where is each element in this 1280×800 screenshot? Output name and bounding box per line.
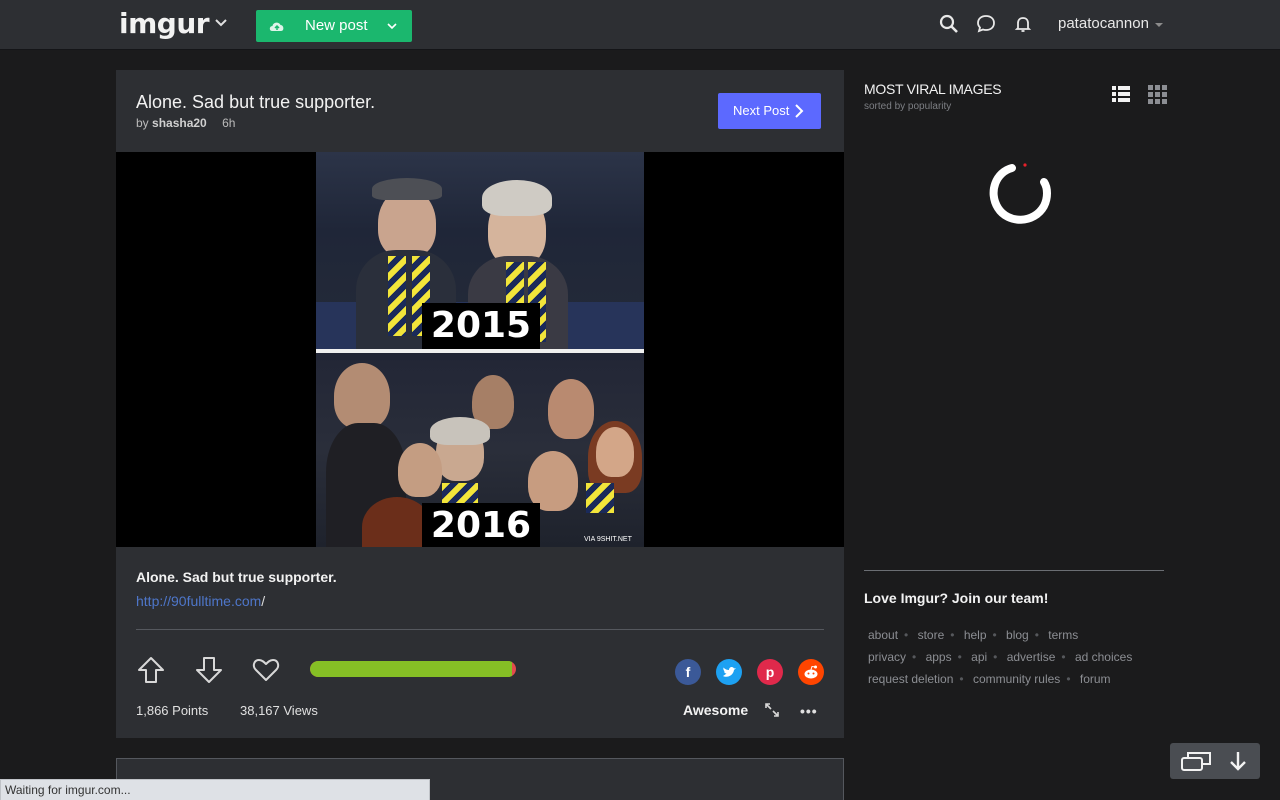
downvote-arrow-icon[interactable] <box>194 655 224 685</box>
chevron-down-icon[interactable] <box>213 14 229 30</box>
toggle-layout-icon[interactable] <box>1180 749 1214 773</box>
floating-toolbar <box>1170 743 1260 779</box>
share-reddit-button[interactable] <box>798 659 824 685</box>
share-facebook-button[interactable]: f <box>675 659 701 685</box>
post-card: Alone. Sad but true supporter. by shasha… <box>116 70 844 738</box>
image-panel-2016: 2016 <box>316 353 644 547</box>
share-twitter-button[interactable] <box>716 659 742 685</box>
footer-link-forum[interactable]: forum <box>1080 672 1111 686</box>
join-team-link[interactable]: Love Imgur? Join our team! <box>864 590 1048 606</box>
footer-link-about[interactable]: about <box>868 628 898 642</box>
favorite-heart-icon[interactable] <box>251 655 281 685</box>
twitter-icon <box>723 666 736 677</box>
divider <box>136 629 824 630</box>
footer-link-help[interactable]: help <box>964 628 987 642</box>
chevron-right-icon <box>795 104 804 118</box>
points-count: 1,866 Points <box>136 703 209 718</box>
footer-link-store[interactable]: store <box>918 628 945 642</box>
year-label-2015: 2015 <box>422 303 540 349</box>
views-count: 38,167 Views <box>240 703 318 718</box>
award-label: Awesome <box>683 702 749 718</box>
footer-link-advertise[interactable]: advertise <box>1007 650 1056 664</box>
post-title: Alone. Sad but true supporter. <box>136 92 376 112</box>
new-post-label: New post <box>305 17 368 34</box>
expand-icon[interactable] <box>764 702 780 718</box>
image-panel-2015: 2015 <box>316 152 644 352</box>
post-link[interactable]: http://90fulltime.com/ <box>136 593 265 609</box>
score-bar-fill <box>310 661 512 677</box>
caret-down-icon[interactable] <box>1155 23 1163 27</box>
footer-link-community-rules[interactable]: community rules <box>973 672 1060 686</box>
footer-links-row-2: privacy • apps • api • advertise • ad choice… <box>868 650 1133 664</box>
footer-link-ad-choices[interactable]: ad choices <box>1075 650 1132 664</box>
more-options-button[interactable]: ••• <box>800 703 818 719</box>
footer-link-request-deletion[interactable]: request deletion <box>868 672 953 686</box>
list-view-icon[interactable] <box>1111 84 1131 104</box>
user-menu[interactable]: patatocannon <box>1058 15 1149 32</box>
sidebar-title: MOST VIRAL IMAGES <box>864 81 1002 97</box>
footer-link-blog[interactable]: blog <box>1006 628 1029 642</box>
footer-links-row-1: about • store • help • blog • terms <box>868 628 1079 642</box>
post-link-suffix: / <box>261 593 266 609</box>
footer-links-row-3: request deletion • community rules • forum <box>868 672 1111 686</box>
next-post-button[interactable]: Next Post <box>718 93 821 129</box>
post-image-container[interactable]: 2015 2016 VIA 9SHIT.NET <box>116 152 844 547</box>
meme-image[interactable]: 2015 2016 VIA 9SHIT.NET <box>316 152 644 547</box>
post-description: Alone. Sad but true supporter. <box>136 569 337 585</box>
new-post-button[interactable]: New post <box>256 10 412 42</box>
arrow-down-icon[interactable] <box>1228 750 1248 772</box>
sidebar-subtitle: sorted by popularity <box>864 101 952 112</box>
by-label: by <box>136 116 149 130</box>
chevron-down-icon[interactable] <box>384 18 400 34</box>
footer-link-apps[interactable]: apps <box>926 650 952 664</box>
browser-status-bar: Waiting for imgur.com... <box>0 779 430 800</box>
sidebar-divider <box>864 570 1164 571</box>
reddit-icon <box>804 665 818 679</box>
pinterest-icon: p <box>765 664 775 680</box>
loading-spinner-icon <box>989 163 1051 224</box>
top-bar: imgur New post patatocannon <box>0 0 1280 50</box>
post-link-text[interactable]: http://90fulltime.com <box>136 593 261 609</box>
footer-link-terms[interactable]: terms <box>1048 628 1078 642</box>
footer-link-privacy[interactable]: privacy <box>868 650 906 664</box>
upvote-arrow-icon[interactable] <box>136 655 166 685</box>
imgur-logo[interactable]: imgur <box>119 8 210 40</box>
upload-cloud-icon <box>269 22 284 31</box>
year-label-2016: 2016 <box>422 503 540 547</box>
post-meta: by shasha20 6h <box>136 116 235 130</box>
next-post-label: Next Post <box>733 103 790 118</box>
score-bar <box>310 661 516 677</box>
facebook-icon: f <box>685 664 691 680</box>
share-pinterest-button[interactable]: p <box>757 659 783 685</box>
footer-link-api[interactable]: api <box>971 650 987 664</box>
post-age: 6h <box>222 116 236 130</box>
grid-view-icon[interactable] <box>1147 84 1167 104</box>
notification-bell-icon[interactable] <box>1011 12 1035 36</box>
chat-icon[interactable] <box>974 12 998 36</box>
author-link[interactable]: shasha20 <box>152 116 207 130</box>
search-icon[interactable] <box>937 12 961 36</box>
image-watermark: VIA 9SHIT.NET <box>584 536 632 543</box>
